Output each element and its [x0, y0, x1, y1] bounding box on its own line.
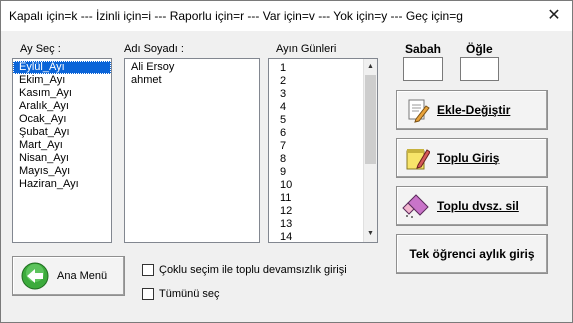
bulk-delete-button[interactable]: Toplu dvsz. sil	[396, 186, 548, 226]
day-list-item[interactable]: 10	[269, 179, 377, 192]
day-list-item[interactable]: 4	[269, 101, 377, 114]
month-label: Ay Seç :	[20, 43, 61, 55]
monthly-entry-button[interactable]: Tek öğrenci aylık giriş	[396, 234, 548, 274]
scroll-down-button[interactable]: ▼	[364, 227, 377, 241]
month-listbox[interactable]: Eylül_Ayı Ekim_Ayı Kasım_Ayı Aralık_Ayı Ocak…	[12, 58, 112, 243]
day-list-item[interactable]: 9	[269, 166, 377, 179]
student-list-item[interactable]: Ali Ersoy	[125, 61, 259, 74]
scroll-thumb[interactable]	[365, 75, 376, 164]
month-list-item[interactable]: Eylül_Ayı	[13, 61, 111, 74]
close-button[interactable]: ✕	[542, 6, 566, 26]
scroll-up-button[interactable]: ▲	[364, 60, 377, 74]
month-list-item[interactable]: Ekim_Ayı	[13, 74, 111, 87]
day-list-item[interactable]: 11	[269, 192, 377, 205]
main-menu-button[interactable]: Ana Menü	[12, 256, 125, 296]
dialog-window: Kapalı için=k --- İzinli için=i --- Rapo…	[0, 0, 573, 323]
month-list-item[interactable]: Ocak_Ayı	[13, 113, 111, 126]
bulk-delete-button-label: Toplu dvsz. sil	[437, 199, 519, 213]
green-back-arrow-icon	[13, 261, 57, 291]
select-all-checkbox-label: Tümünü seç	[159, 288, 220, 300]
bulk-entry-button[interactable]: Toplu Giriş	[396, 138, 548, 178]
sabah-label: Sabah	[405, 42, 442, 56]
days-scrollbar[interactable]: ▲ ▼	[363, 59, 377, 242]
select-all-checkbox[interactable]: Tümünü seç	[142, 288, 220, 300]
multi-select-checkbox-label: Çoklu seçim ile toplu devamsızlık girişi	[159, 264, 347, 276]
name-label: Adı Soyadı :	[124, 43, 184, 55]
day-list-item[interactable]: 1	[269, 62, 377, 75]
select-all-checkbox-box[interactable]	[142, 288, 154, 300]
multi-select-checkbox[interactable]: Çoklu seçim ile toplu devamsızlık girişi	[142, 264, 347, 276]
day-list-item[interactable]: 7	[269, 140, 377, 153]
pencil-paper-icon	[397, 97, 437, 123]
month-list-item[interactable]: Mart_Ayı	[13, 139, 111, 152]
day-list-item[interactable]: 13	[269, 218, 377, 231]
sabah-input[interactable]	[403, 57, 443, 81]
main-menu-button-label: Ana Menü	[57, 270, 108, 282]
day-list-item[interactable]: 14	[269, 231, 377, 242]
day-list-item[interactable]: 3	[269, 88, 377, 101]
window-title: Kapalı için=k --- İzinli için=i --- Rapo…	[9, 9, 463, 23]
notepad-pencil-icon	[397, 145, 437, 171]
month-list-item[interactable]: Şubat_Ayı	[13, 126, 111, 139]
month-list-item[interactable]: Kasım_Ayı	[13, 87, 111, 100]
student-listbox[interactable]: Ali Ersoy ahmet	[124, 58, 260, 243]
ogle-input[interactable]	[460, 57, 499, 81]
days-label: Ayın Günleri	[276, 43, 337, 55]
day-list-item[interactable]: 8	[269, 153, 377, 166]
month-list-item[interactable]: Aralık_Ayı	[13, 100, 111, 113]
edit-button-label: Ekle-Değiştir	[437, 103, 511, 117]
days-listbox[interactable]: 1 2 3 4 5 6 7 8 9 10 11 12 13 14 ▲ ▼	[268, 58, 378, 243]
title-bar: Kapalı için=k --- İzinli için=i --- Rapo…	[1, 1, 572, 31]
day-list-item[interactable]: 6	[269, 127, 377, 140]
bulk-entry-button-label: Toplu Giriş	[437, 151, 500, 165]
monthly-entry-button-label: Tek öğrenci aylık giriş	[409, 247, 535, 261]
month-list-item[interactable]: Haziran_Ayı	[13, 178, 111, 191]
day-list-item[interactable]: 5	[269, 114, 377, 127]
month-list-item[interactable]: Nisan_Ayı	[13, 152, 111, 165]
day-list-item[interactable]: 12	[269, 205, 377, 218]
multi-select-checkbox-box[interactable]	[142, 264, 154, 276]
edit-button[interactable]: Ekle-Değiştir	[396, 90, 548, 130]
month-list-item[interactable]: Mayıs_Ayı	[13, 165, 111, 178]
student-list-item[interactable]: ahmet	[125, 74, 259, 87]
eraser-icon	[397, 193, 437, 219]
day-list-item[interactable]: 2	[269, 75, 377, 88]
ogle-label: Öğle	[466, 42, 493, 56]
